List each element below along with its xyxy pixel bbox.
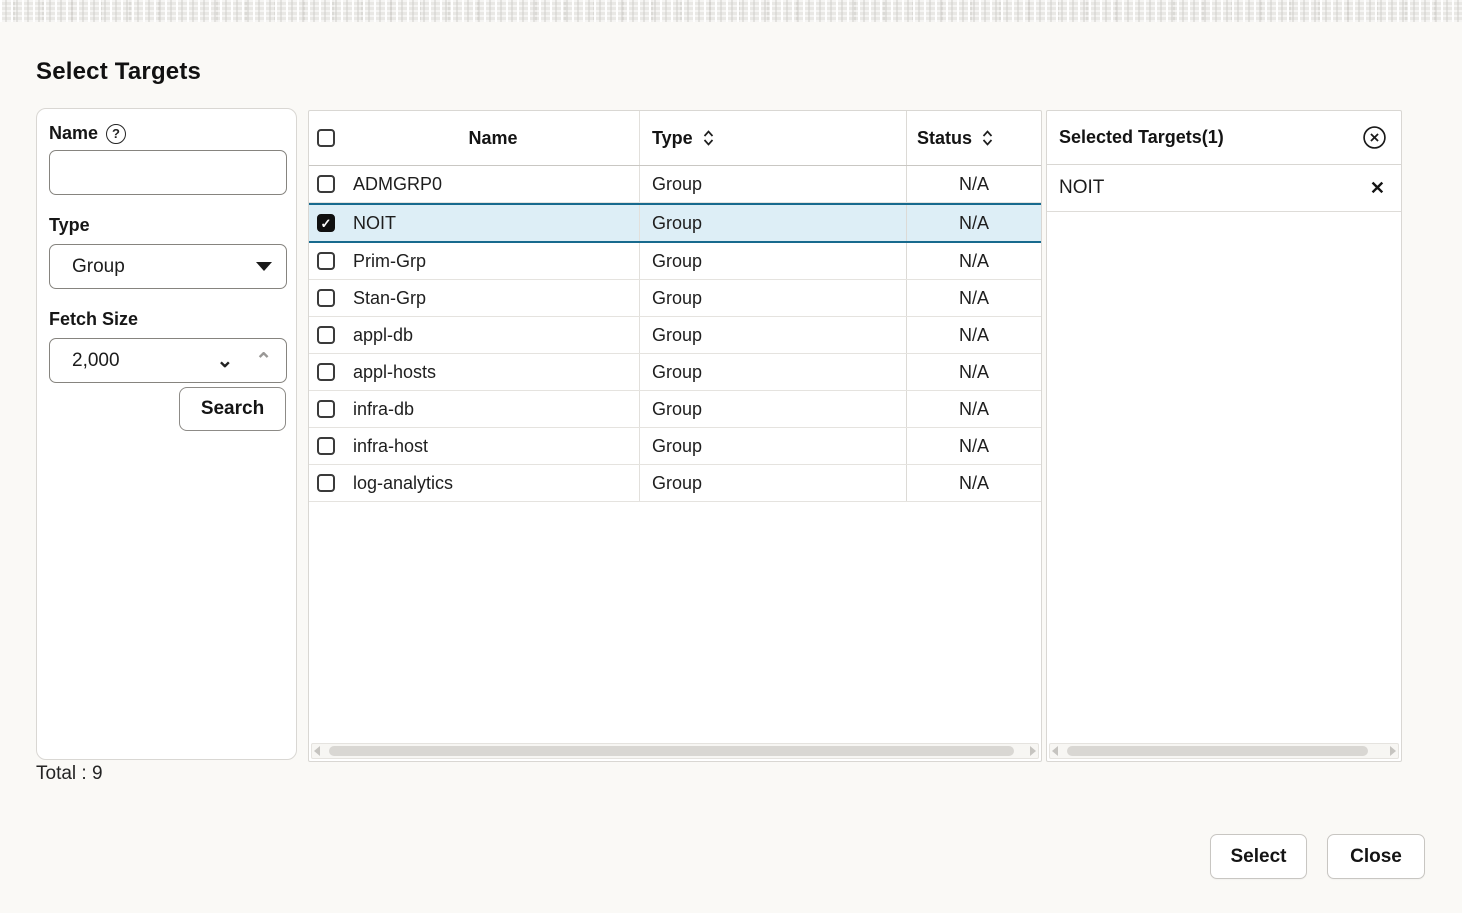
target-status: N/A [906,391,1041,427]
selected-targets-header: Selected Targets(1) [1047,111,1401,165]
selected-targets-list: NOIT ✕ [1047,165,1401,212]
table-row[interactable]: appl-db Group N/A [309,317,1041,354]
selected-targets-title: Selected Targets(1) [1059,127,1224,148]
filter-panel: Name ? Type Group Fetch Size 2,000 ⌄ ⌃ S… [36,108,297,760]
target-type: Group [639,166,906,202]
table-header-row: Name Type Status [309,111,1041,166]
row-checkbox[interactable] [317,289,335,307]
scroll-right-icon[interactable] [1030,746,1036,756]
target-name: infra-db [347,391,639,427]
caret-down-icon [256,262,272,271]
row-checkbox[interactable] [317,363,335,381]
chevron-up-icon[interactable]: ⌃ [255,351,272,371]
target-name: ADMGRP0 [347,166,639,202]
selected-targets-panel: Selected Targets(1) NOIT ✕ [1046,110,1402,762]
row-checkbox[interactable] [317,326,335,344]
target-status: N/A [906,166,1041,202]
search-button[interactable]: Search [179,387,286,431]
table-row[interactable]: appl-hosts Group N/A [309,354,1041,391]
table-row[interactable]: ADMGRP0 Group N/A [309,166,1041,203]
row-checkbox[interactable]: ✓ [317,214,335,232]
table-row[interactable]: infra-db Group N/A [309,391,1041,428]
type-label: Type [49,215,90,236]
clear-all-icon[interactable] [1362,125,1387,150]
column-header-type[interactable]: Type [639,111,906,165]
type-select[interactable]: Group [49,244,287,289]
sort-icon[interactable] [702,128,715,148]
target-type: Group [639,391,906,427]
row-checkbox[interactable] [317,437,335,455]
type-select-value: Group [72,256,256,278]
fetch-size-label: Fetch Size [49,309,138,330]
fetch-size-stepper[interactable]: 2,000 ⌄ ⌃ [49,338,287,383]
target-status: N/A [906,317,1041,353]
help-icon[interactable]: ? [106,124,126,144]
target-name: Prim-Grp [347,243,639,279]
fetch-size-field: Fetch Size 2,000 ⌄ ⌃ [49,303,286,383]
target-type: Group [639,280,906,316]
target-type: Group [639,354,906,390]
target-type: Group [639,465,906,501]
sort-icon[interactable] [981,128,994,148]
scrollbar-track[interactable] [1060,746,1388,756]
target-status: N/A [906,465,1041,501]
target-status: N/A [906,243,1041,279]
scroll-left-icon[interactable] [314,746,320,756]
scrollbar-thumb[interactable] [329,746,1014,756]
table-body: ADMGRP0 Group N/A ✓ NOIT Group N/A Prim-… [309,166,1041,502]
horizontal-scrollbar[interactable] [1049,743,1399,759]
select-all-checkbox[interactable] [317,129,335,147]
target-name: log-analytics [347,465,639,501]
column-header-status[interactable]: Status [906,111,1041,165]
table-row[interactable]: Prim-Grp Group N/A [309,243,1041,280]
row-checkbox[interactable] [317,400,335,418]
target-status: N/A [906,205,1041,241]
target-type: Group [639,317,906,353]
remove-target-icon[interactable]: ✕ [1370,178,1385,199]
close-button[interactable]: Close [1327,834,1425,879]
type-field: Type Group [49,209,286,289]
target-status: N/A [906,428,1041,464]
selected-target-name: NOIT [1059,177,1104,199]
name-input[interactable] [49,150,287,195]
target-name: NOIT [347,205,639,241]
name-field: Name ? [49,123,286,195]
row-checkbox[interactable] [317,175,335,193]
scrollbar-thumb[interactable] [1067,746,1369,756]
targets-table-panel: Name Type Status ADMGRP0 Group N/A ✓ [308,110,1042,762]
target-status: N/A [906,280,1041,316]
selected-target-item: NOIT ✕ [1047,165,1401,212]
scroll-left-icon[interactable] [1052,746,1058,756]
horizontal-scrollbar[interactable] [311,743,1039,759]
table-row[interactable]: Stan-Grp Group N/A [309,280,1041,317]
select-button[interactable]: Select [1210,834,1307,879]
target-type: Group [639,205,906,241]
name-label: Name [49,123,98,144]
fetch-size-value: 2,000 [72,350,216,372]
target-name: infra-host [347,428,639,464]
row-checkbox[interactable] [317,252,335,270]
target-type: Group [639,243,906,279]
page-title: Select Targets [36,58,201,86]
scroll-right-icon[interactable] [1390,746,1396,756]
row-checkbox[interactable] [317,474,335,492]
table-row[interactable]: infra-host Group N/A [309,428,1041,465]
window-top-texture [0,0,1462,22]
target-name: appl-db [347,317,639,353]
target-name: Stan-Grp [347,280,639,316]
target-type: Group [639,428,906,464]
column-header-name[interactable]: Name [347,111,639,165]
target-name: appl-hosts [347,354,639,390]
total-count: Total : 9 [36,763,103,785]
chevron-down-icon[interactable]: ⌄ [216,351,233,371]
target-status: N/A [906,354,1041,390]
table-row[interactable]: ✓ NOIT Group N/A [309,203,1041,243]
table-row[interactable]: log-analytics Group N/A [309,465,1041,502]
scrollbar-track[interactable] [322,746,1028,756]
